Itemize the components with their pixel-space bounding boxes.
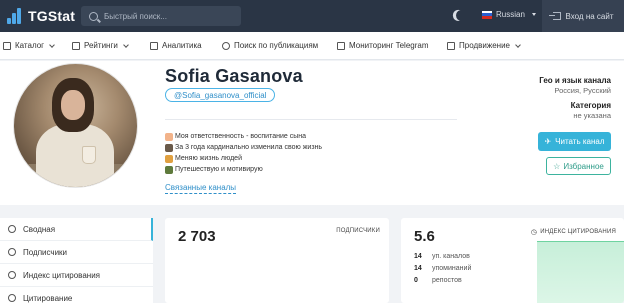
- avatar: [14, 64, 137, 187]
- butterfly-emoji-icon: [165, 154, 173, 163]
- grid-icon: [3, 41, 11, 50]
- sidebar-item-label: Подписчики: [23, 247, 68, 257]
- search-input[interactable]: [104, 11, 234, 21]
- nav-item-label: Продвижение: [459, 41, 510, 50]
- quote-icon: [8, 294, 16, 302]
- category-info: Категория не указана: [571, 101, 611, 120]
- channel-description: Моя ответственность - воспитание сына За…: [165, 131, 322, 175]
- category-value: не указана: [573, 111, 611, 120]
- nav-item-label: Мониторинг Telegram: [349, 41, 429, 50]
- description-text: Путешествую и мотивирую: [175, 166, 263, 173]
- related-channels-link[interactable]: Связанные каналы: [165, 183, 237, 194]
- nav-item-promotion[interactable]: Продвижение: [447, 41, 521, 50]
- nav-item-post-search[interactable]: Поиск по публикациям: [222, 41, 318, 50]
- nav-item-label: Поиск по публикациям: [234, 41, 319, 50]
- globe-emoji-icon: [165, 165, 173, 174]
- clock-icon: ◷: [530, 229, 538, 236]
- sidebar-item-citations[interactable]: Цитирование: [0, 287, 153, 303]
- description-line: Меняю жизнь людей: [165, 153, 322, 164]
- search-icon: [222, 41, 230, 50]
- divider: [165, 119, 457, 120]
- main-nav: Каталог Рейтинги Аналитика Поиск по публ…: [0, 32, 624, 60]
- stat-label: репостов: [432, 277, 462, 284]
- nav-item-catalog[interactable]: Каталог: [3, 41, 55, 50]
- chevron-down-icon: [49, 41, 55, 48]
- citation-card: 5.6 ◷ ИНДЕКС ЦИТИРОВАНИЯ 14 уп. каналов 1…: [401, 218, 624, 303]
- subscribers-card: 2 703 ПОДПИСЧИКИ: [165, 218, 389, 303]
- megaphone-icon: [447, 41, 455, 50]
- sidebar-item-label: Цитирование: [23, 293, 73, 303]
- search-icon: [89, 11, 98, 21]
- citation-sparkline: [537, 241, 624, 303]
- subscribers-count: 2 703: [178, 228, 216, 245]
- nav-item-analytics[interactable]: Аналитика: [150, 41, 202, 50]
- geo-value: Россия, Русский: [554, 86, 611, 95]
- monitor-icon: [337, 41, 345, 50]
- citation-label-wrap: ◷ ИНДЕКС ЦИТИРОВАНИЯ: [531, 228, 616, 236]
- logo-text: TGStat: [28, 8, 76, 24]
- chevron-down-icon: [515, 41, 521, 48]
- chart-icon: [150, 41, 158, 50]
- sidebar-item-label: Индекс цитирования: [23, 270, 101, 280]
- nav-item-label: Аналитика: [162, 41, 202, 50]
- users-icon: [8, 248, 16, 256]
- citation-icon: [8, 271, 16, 279]
- car-emoji-icon: [165, 143, 173, 152]
- language-selector[interactable]: Russian: [482, 10, 536, 19]
- citation-index-value: 5.6: [414, 228, 435, 245]
- star-icon: ☆: [553, 161, 561, 171]
- channel-title: Sofia Gasanova: [165, 66, 303, 86]
- mother-child-emoji-icon: [165, 132, 173, 141]
- stat-row: 14 уп. каналов: [414, 253, 470, 260]
- sidebar-item-label: Сводная: [23, 224, 56, 234]
- chevron-down-icon: [123, 41, 129, 48]
- favorite-button[interactable]: ☆ Избранное: [546, 157, 611, 175]
- stat-label: уп. каналов: [432, 253, 470, 260]
- stat-label: упоминаний: [432, 265, 472, 272]
- read-channel-button[interactable]: ✈ Читать канал: [538, 132, 611, 151]
- login-button[interactable]: Вход на сайт: [542, 0, 624, 32]
- russia-flag-icon: [482, 10, 492, 19]
- description-text: За 3 года кардинально изменила свою жизн…: [175, 144, 323, 151]
- stat-number: 0: [414, 277, 418, 284]
- description-line: За 3 года кардинально изменила свою жизн…: [165, 142, 322, 153]
- summary-icon: [8, 225, 16, 233]
- citation-label: ИНДЕКС ЦИТИРОВАНИЯ: [540, 229, 616, 235]
- stat-row: 14 упоминаний: [414, 265, 471, 272]
- sidebar-item-summary[interactable]: Сводная: [0, 218, 153, 241]
- description-text: Меняю жизнь людей: [175, 155, 242, 162]
- nav-item-label: Рейтинги: [84, 41, 118, 50]
- category-label: Категория: [570, 101, 611, 110]
- login-label: Вход на сайт: [565, 11, 614, 21]
- logo[interactable]: TGStat: [7, 6, 75, 26]
- dark-mode-icon[interactable]: [454, 8, 468, 22]
- language-label: Russian: [496, 10, 525, 19]
- favorite-label: Избранное: [563, 161, 604, 171]
- login-icon: [548, 12, 561, 20]
- trophy-icon: [72, 41, 80, 50]
- subscribers-label: ПОДПИСЧИКИ: [336, 228, 380, 234]
- geo-info: Гео и язык канала Россия, Русский: [539, 76, 611, 95]
- telegram-icon: ✈: [544, 137, 552, 146]
- logo-icon: [7, 8, 23, 24]
- section-sidebar: Сводная Подписчики Индекс цитирования Ци…: [0, 218, 153, 303]
- stat-number: 14: [414, 265, 422, 272]
- stat-number: 14: [414, 253, 422, 260]
- sidebar-item-subscribers[interactable]: Подписчики: [0, 241, 153, 264]
- chevron-down-icon: [531, 13, 536, 16]
- description-line: Моя ответственность - воспитание сына: [165, 131, 322, 142]
- stat-row: 0 репостов: [414, 277, 462, 284]
- nav-item-monitoring[interactable]: Мониторинг Telegram: [337, 41, 429, 50]
- nav-item-label: Каталог: [15, 41, 45, 50]
- top-bar: TGStat Russian Вход на сайт: [0, 0, 624, 32]
- description-text: Моя ответственность - воспитание сына: [175, 133, 307, 140]
- geo-label: Гео и язык канала: [539, 76, 611, 85]
- channel-username-link[interactable]: @Sofia_gasanova_official: [165, 88, 276, 102]
- nav-item-ratings[interactable]: Рейтинги: [72, 41, 129, 50]
- read-channel-label: Читать канал: [555, 137, 605, 146]
- sidebar-item-citation-index[interactable]: Индекс цитирования: [0, 264, 153, 287]
- search-box[interactable]: [81, 6, 241, 26]
- description-line: Путешествую и мотивирую: [165, 164, 322, 175]
